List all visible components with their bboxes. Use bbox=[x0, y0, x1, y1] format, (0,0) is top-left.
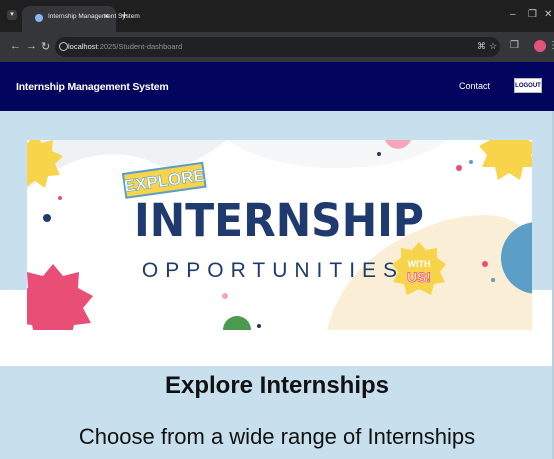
restore-icon[interactable]: ❐ bbox=[528, 9, 537, 20]
dot bbox=[43, 214, 51, 222]
internship-banner: EXPLORE INTERNSHIP OPPORTUNITIES WITH US… bbox=[27, 140, 532, 330]
banner-headline: INTERNSHIP bbox=[134, 194, 424, 247]
page-heading: Explore Internships bbox=[164, 372, 390, 399]
extensions-icon[interactable]: ❒ bbox=[510, 40, 519, 51]
tab-search-icon[interactable]: ▾ bbox=[7, 10, 17, 20]
address-bar[interactable]: localhost:2025/Student-dashboard ⌘ ☆ bbox=[55, 37, 500, 57]
url-path: :2025/Student-dashboard bbox=[97, 42, 183, 51]
dot bbox=[257, 324, 261, 328]
reload-icon[interactable]: ↻ bbox=[41, 40, 50, 53]
dot bbox=[469, 160, 473, 164]
url-host: localhost bbox=[68, 42, 98, 51]
explore-badge: EXPLORE bbox=[121, 161, 207, 199]
browser-menu-icon[interactable]: ⋮ bbox=[548, 40, 554, 51]
contact-link[interactable]: Contact bbox=[459, 81, 490, 91]
dot bbox=[482, 261, 488, 267]
banner-illustration: EXPLORE INTERNSHIP OPPORTUNITIES WITH US… bbox=[27, 140, 532, 330]
logout-button[interactable]: LOGOUT bbox=[514, 78, 542, 93]
close-tab-icon[interactable]: × bbox=[104, 11, 109, 21]
sticker-line2: US! bbox=[407, 269, 431, 285]
globe-icon bbox=[35, 14, 43, 22]
dot bbox=[491, 278, 495, 282]
browser-tab-strip: ▾ Internship Management System × + – ❐ ✕ bbox=[0, 0, 554, 32]
dot bbox=[222, 293, 228, 299]
back-icon[interactable]: ← bbox=[10, 40, 21, 52]
site-info-icon[interactable] bbox=[59, 42, 68, 51]
banner-subline: OPPORTUNITIES bbox=[142, 259, 404, 282]
dot bbox=[58, 196, 62, 200]
bg-blob-top bbox=[227, 140, 447, 169]
dot bbox=[377, 152, 381, 156]
browser-toolbar: ← → ↻ localhost:2025/Student-dashboard ⌘… bbox=[0, 32, 554, 62]
profile-avatar[interactable] bbox=[534, 40, 546, 52]
browser-tab[interactable]: Internship Management System × bbox=[22, 6, 140, 32]
bookmark-star-icon[interactable]: ☆ bbox=[489, 41, 497, 52]
brand-title[interactable]: Internship Management System bbox=[16, 81, 169, 93]
minimize-icon[interactable]: – bbox=[510, 9, 516, 20]
translate-icon[interactable]: ⌘ bbox=[477, 41, 486, 52]
forward-icon[interactable]: → bbox=[26, 40, 37, 52]
sticker-line1: WITH bbox=[408, 259, 431, 269]
close-window-icon[interactable]: ✕ bbox=[544, 9, 552, 20]
pink-burst bbox=[27, 264, 93, 330]
green-semicircle bbox=[223, 316, 251, 330]
page-subheading: Choose from a wide range of Internships bbox=[78, 424, 476, 449]
yellow-burst-right bbox=[479, 140, 532, 180]
app-navbar: Internship Management System Contact LOG… bbox=[0, 62, 554, 111]
dot bbox=[456, 165, 462, 171]
new-tab-icon[interactable]: + bbox=[121, 8, 128, 22]
url-text[interactable]: localhost:2025/Student-dashboard bbox=[68, 42, 182, 51]
